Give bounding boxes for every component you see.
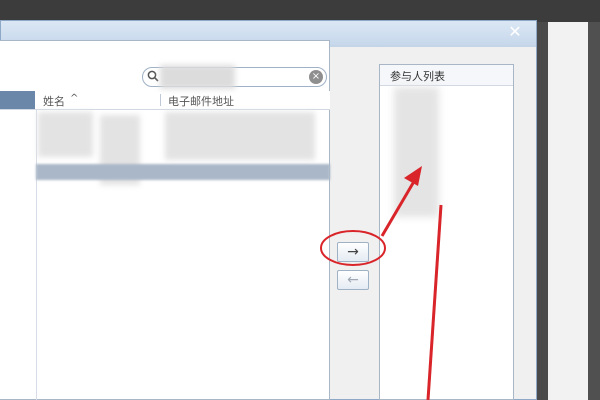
desktop-edge (588, 22, 600, 400)
selected-contact-row[interactable] (36, 164, 330, 180)
column-divider[interactable] (160, 94, 161, 106)
remove-participant-button[interactable]: ← (337, 270, 369, 290)
redacted-contact-email (165, 112, 315, 160)
participants-list-title: 参与人列表 (390, 70, 445, 83)
participants-list-header: 参与人列表 (380, 65, 513, 86)
column-header-email[interactable]: 电子邮件地址 (168, 93, 234, 109)
search-icon (147, 70, 159, 82)
participants-list-panel: 参与人列表 (379, 64, 514, 400)
clear-search-icon[interactable]: × (309, 70, 323, 84)
redacted-participant-entry (394, 87, 439, 217)
sort-ascending-icon[interactable]: ^ (70, 93, 78, 104)
header-selector-cell (0, 91, 35, 109)
contacts-table-header: 姓名 ^ 电子邮件地址 (0, 91, 330, 110)
redacted-contact-name (38, 112, 93, 157)
column-header-name[interactable]: 姓名 (43, 93, 65, 109)
desktop-background (0, 0, 600, 22)
list-gutter-line (36, 110, 37, 400)
close-button[interactable]: ✕ (506, 23, 524, 41)
redacted-search-text (160, 65, 235, 89)
add-participant-button[interactable]: → (337, 242, 369, 262)
